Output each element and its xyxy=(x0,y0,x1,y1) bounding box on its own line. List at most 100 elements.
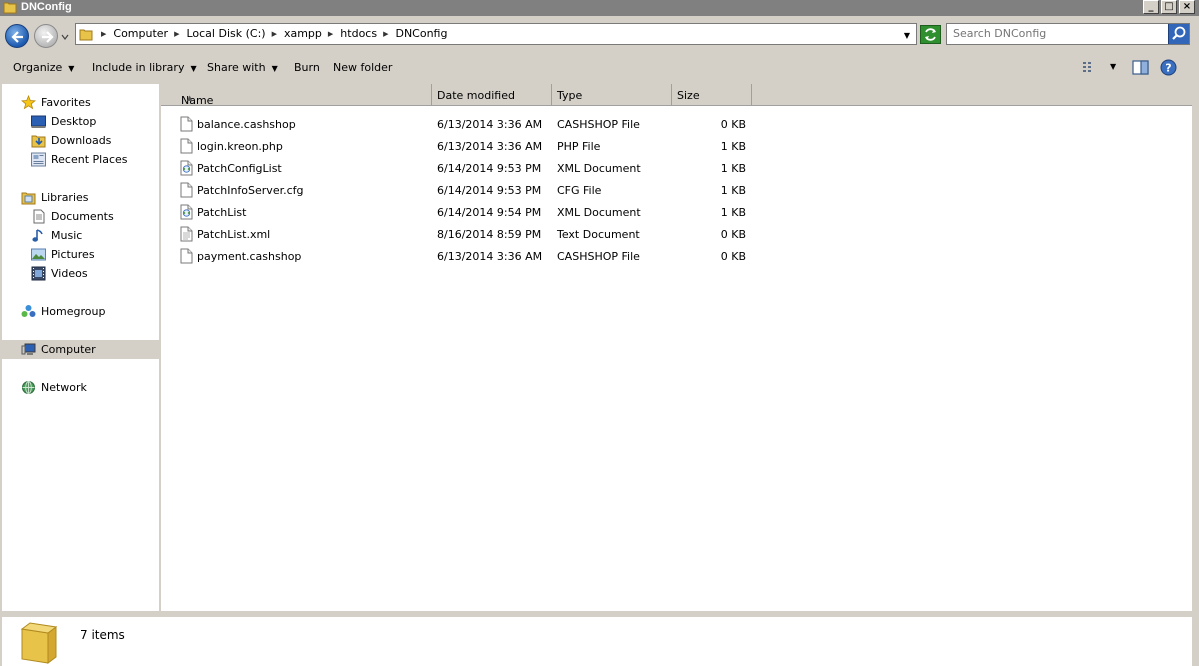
arrow-left-icon xyxy=(11,31,23,43)
nav-desktop[interactable]: Desktop xyxy=(2,112,159,131)
crumb-computer[interactable]: Computer xyxy=(113,27,168,40)
share-with-menu[interactable]: Share with ▼ xyxy=(207,61,278,74)
forward-button[interactable] xyxy=(34,24,58,48)
file-date: 6/13/2014 3:36 AM xyxy=(437,250,543,263)
downloads-folder-icon xyxy=(31,135,46,148)
organize-menu[interactable]: Organize ▼ xyxy=(13,61,74,74)
window-title: DNConfig xyxy=(21,1,72,13)
close-button[interactable]: × xyxy=(1179,0,1195,14)
file-date: 6/13/2014 3:36 AM xyxy=(437,140,543,153)
file-row[interactable]: balance.cashshop 6/13/2014 3:36 AM CASHSHO… xyxy=(161,113,781,135)
star-icon xyxy=(21,95,36,110)
nav-documents[interactable]: Documents xyxy=(2,207,159,226)
address-row: ▶ Computer ▶ Local Disk (C:) ▶ xampp ▶ h… xyxy=(0,16,1199,53)
documents-icon xyxy=(33,209,45,224)
file-icon xyxy=(180,248,193,264)
file-row[interactable]: payment.cashshop 6/13/2014 3:36 AM CASHSHO… xyxy=(161,245,781,267)
maximize-button[interactable]: □ xyxy=(1161,0,1177,14)
computer-icon xyxy=(21,343,36,355)
details-pane: 7 items xyxy=(0,611,1199,666)
preview-pane-icon[interactable] xyxy=(1132,60,1149,75)
crumb-xampp[interactable]: xampp xyxy=(284,27,322,40)
file-name: login.kreon.php xyxy=(197,140,283,153)
file-name: PatchConfigList xyxy=(197,162,282,175)
command-bar: Organize ▼ Include in library ▼ Share with… xyxy=(0,53,1199,83)
nav-homegroup[interactable]: Homegroup xyxy=(2,302,159,321)
folder-icon xyxy=(3,2,17,14)
chevron-right-icon[interactable]: ▶ xyxy=(328,30,333,38)
nav-downloads[interactable]: Downloads xyxy=(2,131,159,150)
file-icon xyxy=(180,116,193,132)
chevron-down-icon[interactable]: ▼ xyxy=(1110,62,1116,71)
chevron-down-icon[interactable]: ▼ xyxy=(904,31,910,40)
refresh-button[interactable] xyxy=(920,25,941,44)
file-row[interactable]: PatchList.xml 8/16/2014 8:59 PM Text Docum… xyxy=(161,223,781,245)
column-header-name[interactable]: Name ▲ xyxy=(161,84,432,107)
network-icon xyxy=(22,381,35,394)
nav-computer[interactable]: Computer xyxy=(2,340,159,359)
column-header-type[interactable]: Type xyxy=(552,84,672,106)
chevron-right-icon[interactable]: ▶ xyxy=(174,30,179,38)
file-row[interactable]: login.kreon.php 6/13/2014 3:36 AM PHP File… xyxy=(161,135,781,157)
navigation-pane: Favorites Desktop Downloads Recent Place… xyxy=(2,84,159,611)
file-size: 0 KB xyxy=(720,118,746,131)
file-type: CASHSHOP File xyxy=(557,118,640,131)
back-button[interactable] xyxy=(5,24,29,48)
chevron-down-icon: ▼ xyxy=(190,64,197,73)
file-name: PatchInfoServer.cfg xyxy=(197,184,304,197)
file-type: XML Document xyxy=(557,206,641,219)
xml-icon xyxy=(180,204,193,220)
address-bar[interactable]: ▶ Computer ▶ Local Disk (C:) ▶ xampp ▶ h… xyxy=(75,23,917,45)
crumb-htdocs[interactable]: htdocs xyxy=(340,27,377,40)
nav-network[interactable]: Network xyxy=(2,378,159,397)
file-row[interactable]: PatchConfigList 6/14/2014 9:53 PM XML Docu… xyxy=(161,157,781,179)
include-in-library-menu[interactable]: Include in library ▼ xyxy=(92,61,197,74)
text-file-icon xyxy=(180,226,193,242)
nav-videos[interactable]: Videos xyxy=(2,264,159,283)
xml-icon xyxy=(180,160,193,176)
view-options-icon[interactable] xyxy=(1082,60,1098,74)
refresh-icon xyxy=(925,28,936,41)
nav-pictures[interactable]: Pictures xyxy=(2,245,159,264)
column-header-size[interactable]: Size xyxy=(672,84,752,106)
minimize-button[interactable]: _ xyxy=(1143,0,1159,14)
crumb-dnconfig[interactable]: DNConfig xyxy=(395,27,447,40)
chevron-down-icon: ▼ xyxy=(68,64,75,73)
new-folder-button[interactable]: New folder xyxy=(333,61,392,74)
file-date: 6/13/2014 3:36 AM xyxy=(437,118,543,131)
svg-text:?: ? xyxy=(1165,62,1171,75)
nav-favorites[interactable]: Favorites xyxy=(2,93,159,112)
file-row[interactable]: PatchList 6/14/2014 9:54 PM XML Document 1 … xyxy=(161,201,781,223)
file-date: 6/14/2014 9:54 PM xyxy=(437,206,542,219)
nav-libraries[interactable]: Libraries xyxy=(2,188,159,207)
search-box[interactable] xyxy=(946,23,1190,45)
nav-music[interactable]: Music xyxy=(2,226,159,245)
sort-ascending-icon: ▲ xyxy=(187,94,193,102)
column-header-date[interactable]: Date modified xyxy=(432,84,552,106)
search-input[interactable] xyxy=(953,27,1163,40)
crumb-local-disk[interactable]: Local Disk (C:) xyxy=(186,27,265,40)
file-row[interactable]: PatchInfoServer.cfg 6/14/2014 9:53 PM CFG … xyxy=(161,179,781,201)
recent-pages-dropdown[interactable] xyxy=(61,33,69,41)
file-size: 1 KB xyxy=(720,162,746,175)
chevron-right-icon[interactable]: ▶ xyxy=(272,30,277,38)
file-size: 1 KB xyxy=(720,184,746,197)
help-icon[interactable]: ? xyxy=(1160,59,1177,76)
pictures-icon xyxy=(31,248,46,261)
videos-icon xyxy=(31,266,46,281)
item-count: 7 items xyxy=(80,628,125,642)
chevron-right-icon[interactable]: ▶ xyxy=(101,30,106,38)
chevron-right-icon[interactable]: ▶ xyxy=(383,30,388,38)
file-date: 6/14/2014 9:53 PM xyxy=(437,162,542,175)
file-date: 8/16/2014 8:59 PM xyxy=(437,228,542,241)
file-list: Name ▲ Date modified Type Size balance.ca… xyxy=(161,84,1192,611)
nav-recent-places[interactable]: Recent Places xyxy=(2,150,159,169)
file-icon xyxy=(180,182,193,198)
file-size: 1 KB xyxy=(720,206,746,219)
file-size: 0 KB xyxy=(720,228,746,241)
burn-button[interactable]: Burn xyxy=(294,61,320,74)
file-date: 6/14/2014 9:53 PM xyxy=(437,184,542,197)
file-type: PHP File xyxy=(557,140,601,153)
search-icon xyxy=(1172,26,1186,40)
search-button[interactable] xyxy=(1168,24,1189,44)
